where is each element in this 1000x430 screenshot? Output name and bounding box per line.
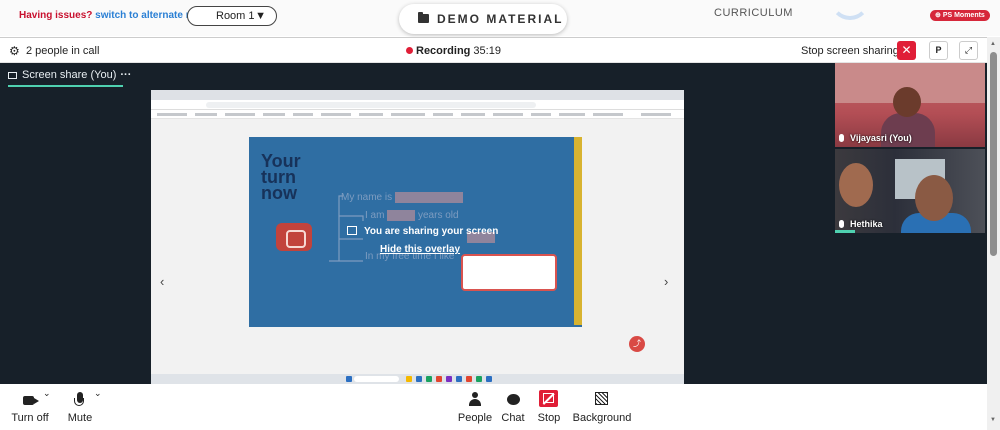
fullscreen-button[interactable]: ⤢ — [959, 41, 978, 60]
recording-dot-icon — [406, 47, 413, 54]
slide-blank — [395, 192, 463, 203]
mute-button[interactable]: ⌄ Mute — [62, 384, 102, 430]
participant-video — [915, 175, 953, 221]
slide-answer-box — [461, 254, 557, 291]
room-select-value: Room 1 — [216, 10, 255, 22]
taskbar-search — [354, 376, 399, 382]
recording-indicator: Recording 35:19 — [406, 45, 501, 57]
upload-icon — [347, 226, 357, 235]
next-slide-arrow-icon[interactable]: › — [664, 274, 668, 289]
slide-prompt: My name is — [341, 192, 393, 203]
gear-icon[interactable]: ⚙ — [9, 44, 20, 58]
participant-panel: Vijayasri (You) Hethika — [835, 63, 985, 233]
url-field — [206, 102, 536, 108]
top-bar: Having issues? switch to alternate room … — [0, 0, 1000, 36]
ps-moments-badge[interactable]: ⊕ PS Moments — [930, 10, 990, 21]
fullscreen-icon: ⤢ — [964, 45, 973, 55]
people-button[interactable]: People — [456, 384, 494, 430]
camera-icon — [23, 396, 39, 405]
turn-off-camera-button[interactable]: ⌄ Turn off — [10, 384, 50, 430]
microphone-icon — [839, 220, 844, 228]
decorative-arc — [830, 0, 870, 20]
slide-blank — [387, 210, 415, 221]
demo-material-label: DEMO MATERIAL — [437, 12, 564, 26]
speaking-indicator — [835, 230, 855, 233]
chat-label: Chat — [501, 412, 525, 424]
background-label: Background — [572, 412, 632, 424]
microphone-icon — [839, 134, 844, 142]
robot-icon — [276, 223, 312, 251]
monitor-icon — [8, 72, 17, 79]
close-icon: ✕ — [901, 43, 912, 57]
screen-share-tab[interactable]: Screen share (You) ··· — [8, 69, 131, 81]
sharing-overlay-text: You are sharing your screen — [364, 226, 499, 237]
stop-label: Stop — [537, 412, 561, 424]
microphone-icon — [74, 392, 84, 406]
recording-time: 35:19 — [473, 45, 501, 57]
folder-icon — [418, 12, 429, 23]
ps-moments-label: PS Moments — [942, 12, 985, 19]
scroll-down-icon[interactable]: ▼ — [990, 417, 996, 423]
stop-share-button[interactable]: Stop — [536, 384, 562, 430]
prev-slide-arrow-icon[interactable]: ‹ — [160, 274, 164, 289]
browser-tab-strip — [151, 90, 684, 100]
chat-button[interactable]: Chat — [499, 384, 527, 430]
participant-name-text: Vijayasri (You) — [850, 133, 912, 143]
sharing-overlay-title: You are sharing your screen — [347, 226, 498, 237]
call-header: ⚙ 2 people in call Recording 35:19 Stop s… — [0, 37, 987, 63]
p-button[interactable]: P — [929, 41, 948, 60]
slide-prompt: I am — [365, 210, 385, 221]
chevron-down-icon[interactable]: ⌄ — [94, 388, 102, 399]
curriculum-link[interactable]: CURRICULUM — [714, 7, 793, 19]
screen-share-tab-label: Screen share (You) — [22, 69, 117, 81]
participant-name: Vijayasri (You) — [839, 133, 912, 143]
participant-tile[interactable]: Hethika — [835, 149, 985, 233]
bookmarks-bar — [151, 110, 684, 119]
browser-url-bar — [151, 100, 684, 110]
scroll-thumb[interactable] — [990, 52, 997, 256]
tab-underline — [8, 85, 123, 87]
stop-screen-sharing-label: Stop screen sharing — [801, 45, 899, 57]
stop-screen-sharing-button[interactable]: ✕ — [897, 41, 916, 60]
participant-tile[interactable]: Vijayasri (You) — [835, 63, 985, 147]
os-taskbar — [151, 374, 684, 384]
hide-overlay-link[interactable]: Hide this overlay — [380, 244, 460, 255]
background-icon — [595, 392, 608, 405]
mute-label: Mute — [67, 412, 93, 424]
people-label: People — [457, 412, 493, 424]
stop-share-icon — [539, 390, 558, 407]
recording-label: Recording — [416, 45, 471, 57]
page-scrollbar[interactable]: ▲ ▼ — [987, 37, 1000, 430]
participant-video — [893, 87, 921, 117]
share-icon[interactable]: ⤴ — [629, 336, 645, 352]
chevron-down-icon[interactable]: ⌄ — [43, 388, 51, 399]
demo-material-button[interactable]: DEMO MATERIAL — [399, 4, 567, 34]
more-icon[interactable]: ··· — [120, 69, 131, 81]
add-icon: ⊕ — [935, 12, 943, 19]
participant-name-text: Hethika — [850, 219, 883, 229]
slide-prompt: years old — [418, 210, 459, 221]
chevron-down-icon: ▼ — [255, 10, 266, 22]
participant-video — [839, 163, 873, 207]
chat-icon — [507, 394, 520, 405]
shared-screen: Your turn now My name is I am years old … — [151, 90, 684, 384]
people-count: 2 people in call — [26, 45, 100, 57]
slide-accent-stripe — [574, 137, 582, 325]
room-select[interactable]: Room 1 ▼ — [187, 6, 277, 26]
participant-name: Hethika — [839, 219, 883, 229]
having-issues-notice: Having issues? switch to alternate room — [19, 10, 211, 21]
background-button[interactable]: Background — [572, 384, 632, 430]
call-controls: ⌄ Turn off ⌄ Mute People Chat Stop Backg… — [0, 384, 987, 430]
people-icon — [469, 392, 481, 406]
issue-text: Having issues? — [19, 10, 93, 21]
turn-off-label: Turn off — [11, 412, 49, 424]
scroll-up-icon[interactable]: ▲ — [990, 41, 996, 47]
